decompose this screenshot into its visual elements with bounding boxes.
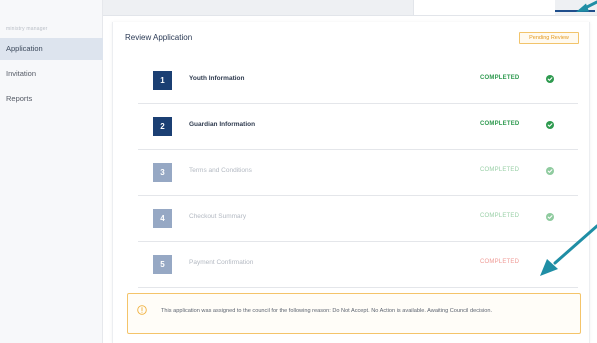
callout-arrows [540,0,597,276]
callout-arrow-bottom-icon [540,224,597,276]
callout-arrow-top-icon [576,0,597,12]
